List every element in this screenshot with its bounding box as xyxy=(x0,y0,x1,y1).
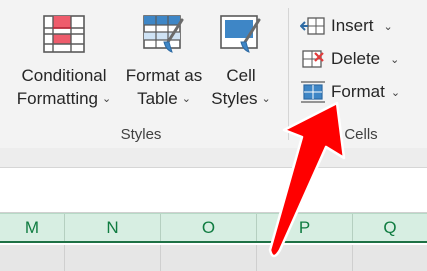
delete-cells-icon xyxy=(302,50,324,68)
format-label: Format xyxy=(331,82,385,101)
column-header-p[interactable]: P xyxy=(257,214,353,241)
column-header-o[interactable]: O xyxy=(161,214,257,241)
format-as-table-button[interactable]: Format as Table ⌄ xyxy=(120,12,208,113)
conditional-formatting-label-line1: Conditional xyxy=(21,66,107,85)
chevron-down-icon: ⌄ xyxy=(390,53,400,66)
insert-label: Insert xyxy=(331,16,374,35)
column-header-n[interactable]: N xyxy=(65,214,161,241)
cell-styles-button[interactable]: Cell Styles ⌄ xyxy=(206,12,276,113)
table-row xyxy=(0,245,427,271)
conditional-formatting-button[interactable]: Conditional Formatting ⌄ xyxy=(14,12,114,113)
grid-cell[interactable] xyxy=(353,245,427,271)
format-cells-icon xyxy=(301,81,325,103)
cell-styles-label-line1: Cell xyxy=(226,66,256,85)
format-as-table-icon xyxy=(143,15,184,53)
conditional-formatting-label-line2: Formatting ⌄ xyxy=(17,87,111,113)
formula-bar-area[interactable] xyxy=(0,168,427,213)
delete-button[interactable]: Delete ⌄ xyxy=(300,46,399,72)
grid-cell[interactable] xyxy=(257,245,353,271)
chevron-down-icon: ⌄ xyxy=(261,93,271,105)
cells-group-label: Cells xyxy=(344,126,378,143)
chevron-down-icon: ⌄ xyxy=(102,93,112,105)
insert-cells-icon xyxy=(300,17,325,35)
grid-cell[interactable] xyxy=(65,245,161,271)
chevron-down-icon: ⌄ xyxy=(383,20,393,33)
conditional-formatting-icon xyxy=(43,15,85,53)
grid-cell[interactable] xyxy=(161,245,257,271)
format-as-table-label-line2: Table ⌄ xyxy=(137,87,191,113)
ribbon: Conditional Formatting ⌄ Format as Table ⌄… xyxy=(0,0,427,148)
grid-cell[interactable] xyxy=(0,245,65,271)
ribbon-footer-strip xyxy=(0,148,427,168)
cell-styles-label-line2: Styles ⌄ xyxy=(211,87,271,113)
styles-group-label: Styles xyxy=(120,126,162,143)
cell-styles-icon xyxy=(220,15,261,53)
format-as-table-label-line1: Format as xyxy=(125,66,203,85)
column-header-row: M N O P Q xyxy=(0,213,427,243)
format-button[interactable]: Format ⌄ xyxy=(300,79,400,105)
chevron-down-icon: ⌄ xyxy=(181,93,191,105)
group-divider xyxy=(288,8,289,140)
delete-label: Delete xyxy=(331,49,381,68)
insert-button[interactable]: Insert ⌄ xyxy=(300,13,393,39)
column-header-q[interactable]: Q xyxy=(353,214,427,241)
chevron-down-icon: ⌄ xyxy=(390,86,401,99)
column-header-m[interactable]: M xyxy=(0,214,65,241)
